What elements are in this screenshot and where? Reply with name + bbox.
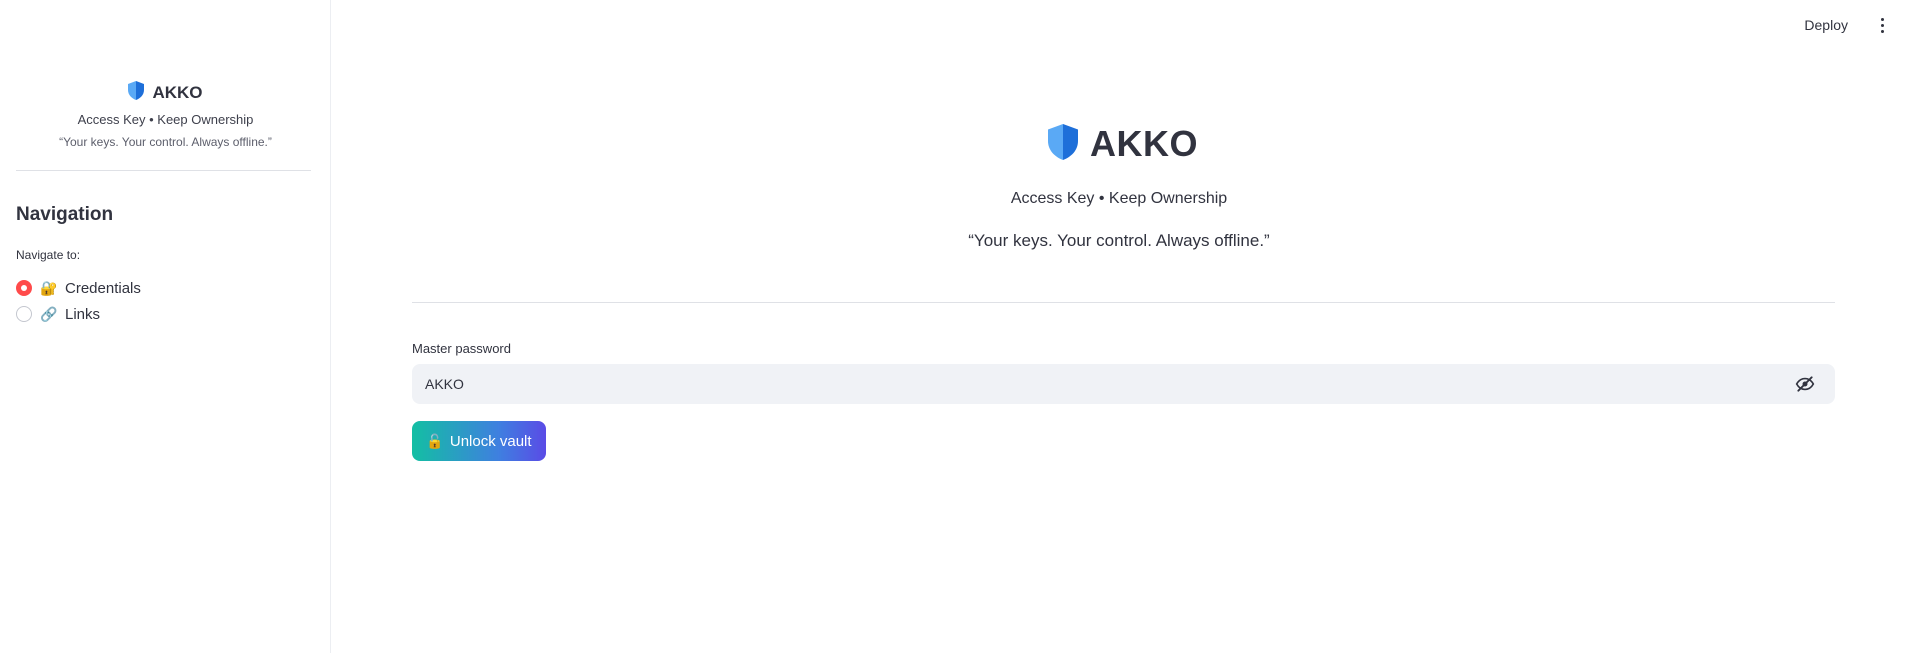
shield-icon: [1048, 123, 1078, 165]
sidebar: AKKO Access Key • Keep Ownership “Your k…: [0, 0, 331, 653]
navigation-heading: Navigation: [16, 204, 114, 225]
unlock-icon: 🔓: [426, 432, 444, 449]
sidebar-divider: [16, 170, 311, 171]
sidebar-app-title: AKKO: [152, 83, 203, 102]
hero-header: AKKO Access Key • Keep Ownership “Your k…: [332, 120, 1906, 251]
nav-option-credentials[interactable]: 🔐 Credentials: [16, 275, 141, 301]
hero-tagline: Access Key • Keep Ownership: [1010, 190, 1228, 207]
eye-off-icon[interactable]: [1795, 374, 1815, 394]
main-content: AKKO Access Key • Keep Ownership “Your k…: [332, 0, 1906, 653]
hero-title-row: AKKO: [332, 120, 1906, 168]
radio-button[interactable]: [16, 306, 32, 322]
shield-icon: [128, 81, 145, 105]
nav-option-label: Links: [65, 305, 101, 323]
sidebar-tagline: Access Key • Keep Ownership: [77, 112, 254, 127]
unlock-vault-label: Unlock vault: [449, 432, 532, 450]
sidebar-title-row: AKKO: [0, 81, 331, 105]
sidebar-brand: AKKO Access Key • Keep Ownership “Your k…: [0, 81, 331, 149]
navigation-radio-group: 🔐 Credentials 🔗 Links: [16, 275, 141, 327]
sidebar-quote: “Your keys. Your control. Always offline…: [59, 135, 272, 149]
main-divider: [412, 302, 1835, 303]
master-password-input[interactable]: AKKO: [412, 364, 1835, 404]
master-password-label: Master password: [412, 341, 511, 356]
master-password-value[interactable]: AKKO: [425, 376, 464, 392]
page-title: AKKO: [1090, 123, 1198, 164]
nav-option-links[interactable]: 🔗 Links: [16, 301, 141, 327]
link-icon: 🔗: [40, 305, 58, 322]
hero-quote: “Your keys. Your control. Always offline…: [968, 231, 1270, 250]
lock-icon: 🔐: [40, 279, 58, 296]
radio-button-selected[interactable]: [16, 280, 32, 296]
unlock-vault-button[interactable]: 🔓 Unlock vault: [412, 421, 546, 461]
nav-option-label: Credentials: [65, 279, 141, 297]
navigate-to-label: Navigate to:: [16, 248, 81, 262]
